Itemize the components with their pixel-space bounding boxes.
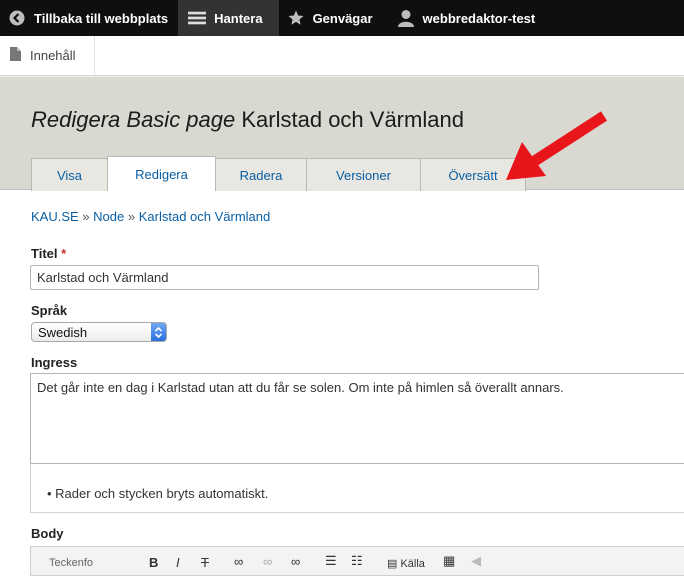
content-link[interactable]: Innehåll [0, 36, 95, 75]
back-to-site-label: Tillbaka till webbplats [34, 10, 169, 26]
tab-redigera[interactable]: Redigera [107, 156, 216, 191]
page-title-prefix: Redigera Basic page [31, 107, 236, 132]
user-icon [397, 9, 415, 27]
title-label-text: Titel [31, 246, 58, 261]
ingress-label: Ingress [31, 355, 78, 370]
user-menu[interactable]: webbredaktor-test [389, 0, 546, 36]
toolbar-tray: Innehåll [0, 36, 684, 76]
select-arrows-icon [151, 323, 166, 341]
bulleted-list-icon[interactable]: ☰ [325, 553, 337, 569]
shortcuts-label: Genvägar [312, 10, 373, 26]
undo-icon[interactable]: ◀ [471, 553, 481, 569]
source-label: Källa [400, 558, 425, 570]
ingress-textarea[interactable]: Det går inte en dag i Karlstad utan att … [30, 373, 684, 463]
page-title: Redigera Basic page Karlstad och Värmlan… [31, 107, 464, 133]
title-input-value: Karlstad och Värmland [37, 270, 169, 285]
numbered-list-icon[interactable]: ☷ [351, 553, 363, 569]
star-icon [287, 9, 305, 27]
language-label: Språk [31, 303, 68, 318]
language-select-value: Swedish [38, 324, 88, 340]
breadcrumb: KAU.SE » Node » Karlstad och Värmland [31, 209, 270, 224]
annotation-arrow-icon [506, 111, 607, 180]
required-mark: * [61, 246, 67, 261]
tab-radera[interactable]: Radera [215, 158, 307, 191]
breadcrumb-separator: » [82, 209, 90, 224]
breadcrumb-separator: » [127, 209, 136, 224]
shortcuts-menu[interactable]: Genvägar [279, 0, 389, 36]
body-label: Body [31, 526, 64, 541]
manage-label: Hantera [214, 10, 263, 26]
anchor-icon[interactable]: ∞ [291, 554, 300, 569]
tab-versioner[interactable]: Versioner [306, 158, 421, 191]
document-icon [10, 47, 21, 64]
page-title-name: Karlstad och Värmland [241, 107, 464, 132]
title-input[interactable]: Karlstad och Värmland [30, 265, 539, 290]
breadcrumb-item-page[interactable]: Karlstad och Värmland [139, 209, 271, 224]
editor-toolbar: Teckenfo B I T ∞ ∞ ∞ ☰ ☷ ▤ Källa ▦ ◀ [30, 546, 684, 576]
user-label: webbredaktor-test [422, 10, 536, 26]
back-arrow-icon [8, 9, 26, 27]
language-select[interactable]: Swedish [31, 322, 167, 342]
breadcrumb-item-home[interactable]: KAU.SE [31, 209, 79, 224]
unlink-icon[interactable]: ∞ [263, 554, 272, 569]
ingress-help-box: • Rader och stycken bryts automatiskt. [30, 463, 684, 513]
bold-icon[interactable]: B [149, 555, 158, 570]
title-label: Titel * [31, 246, 66, 261]
italic-icon[interactable]: I [176, 555, 180, 570]
strikethrough-icon[interactable]: T [201, 555, 209, 570]
hamburger-icon [188, 9, 207, 27]
content-label: Innehåll [30, 48, 76, 63]
source-button[interactable]: ▤ Källa [387, 557, 425, 570]
format-dropdown[interactable]: Teckenfo [49, 557, 93, 569]
back-to-site-link[interactable]: Tillbaka till webbplats [0, 0, 178, 36]
breadcrumb-item-node[interactable]: Node [93, 209, 124, 224]
ingress-help: • Rader och stycken bryts automatiskt. [47, 486, 269, 501]
tab-visa[interactable]: Visa [31, 158, 108, 191]
ingress-value: Det går inte en dag i Karlstad utan att … [37, 380, 564, 395]
manage-menu[interactable]: Hantera [178, 0, 279, 36]
ingress-help-text: Rader och stycken bryts automatiskt. [55, 486, 269, 501]
table-icon[interactable]: ▦ [443, 553, 455, 569]
admin-toolbar: Tillbaka till webbplats Hantera Genvägar… [0, 0, 684, 36]
primary-tabs: Visa Redigera Radera Versioner Översätt [31, 156, 526, 191]
link-icon[interactable]: ∞ [234, 554, 243, 569]
